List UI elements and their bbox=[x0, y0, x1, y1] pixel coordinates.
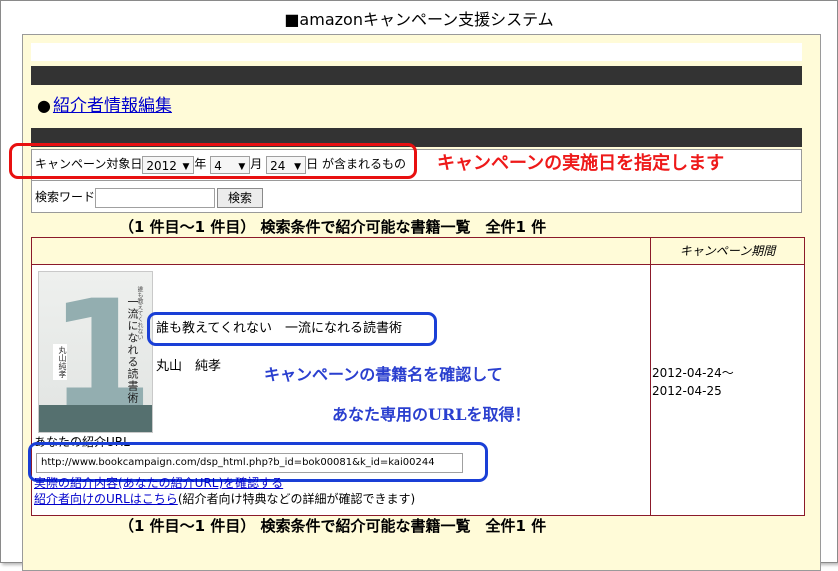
book-cover-image[interactable]: 1 誰も教えてくれない 一流になれる読書術 丸山純孝 bbox=[38, 271, 153, 433]
bullet-icon: ● bbox=[37, 96, 51, 115]
results-table: キャンペーン期間 1 誰も教えてくれない 一流になれる読書術 丸山純孝 誰も教え… bbox=[28, 237, 805, 516]
keyword-row: 検索ワード 検索 bbox=[35, 186, 264, 208]
table-header-period: キャンペーン期間 bbox=[651, 238, 804, 264]
book-author: 丸山 純孝 bbox=[156, 359, 222, 374]
campaign-period: 2012-04-24～ 2012-04-25 bbox=[652, 364, 734, 400]
title-callout-note: キャンペーンの書籍名を確認して bbox=[264, 365, 503, 384]
keyword-input[interactable] bbox=[95, 187, 216, 208]
page-title: ■amazonキャンペーン支援システム bbox=[284, 10, 554, 29]
cover-title: 一流になれる読書術 bbox=[126, 296, 139, 404]
campaign-period-start: 2012-04-24～ bbox=[652, 366, 734, 380]
top-blank-row bbox=[31, 43, 802, 61]
introducer-edit-link[interactable]: 紹介者情報編集 bbox=[53, 96, 172, 116]
search-button[interactable]: 検索 bbox=[217, 187, 264, 208]
results-summary-top: （1 件目～1 件目） 検索条件で紹介可能な書籍一覧 全件1 件 bbox=[119, 218, 547, 236]
title-callout-box bbox=[147, 312, 437, 346]
results-summary-bottom: （1 件目～1 件目） 検索条件で紹介可能な書籍一覧 全件1 件 bbox=[119, 517, 547, 535]
check-referral-link-row: 実際の紹介内容(あなたの紹介URL)を確認する bbox=[34, 476, 283, 491]
campaign-period-end: 2012-04-25 bbox=[652, 384, 722, 398]
introducer-url-link[interactable]: 紹介者向けのURLはこちら bbox=[34, 492, 178, 506]
date-callout-box bbox=[9, 143, 417, 179]
form-divider bbox=[32, 180, 801, 181]
keyword-label: 検索ワード bbox=[35, 190, 96, 204]
introducer-url-note: (紹介者向け特典などの詳細が確認できます) bbox=[177, 492, 416, 506]
introducer-url-row: 紹介者向けのURLはこちら(紹介者向け特典などの詳細が確認できます) bbox=[34, 492, 415, 507]
main-panel: ● 紹介者情報編集 キャンペーン対象日 2012 ▼ 年 4 ▼ 月 24 ▼ 日 が含まれるも… bbox=[9, 34, 821, 571]
date-callout-note: キャンペーンの実施日を指定します bbox=[437, 153, 725, 174]
table-header-left bbox=[32, 238, 650, 264]
url-callout-note: あなた専用のURLを取得！ bbox=[332, 405, 531, 424]
check-referral-link[interactable]: 実際の紹介内容(あなたの紹介URL)を確認する bbox=[34, 476, 283, 490]
cover-author: 丸山純孝 bbox=[53, 344, 67, 380]
cover-band bbox=[39, 405, 152, 432]
section-heading: ● 紹介者情報編集 bbox=[37, 95, 172, 117]
header-bar bbox=[31, 66, 802, 85]
column-divider bbox=[650, 238, 651, 515]
header-divider bbox=[32, 264, 804, 265]
